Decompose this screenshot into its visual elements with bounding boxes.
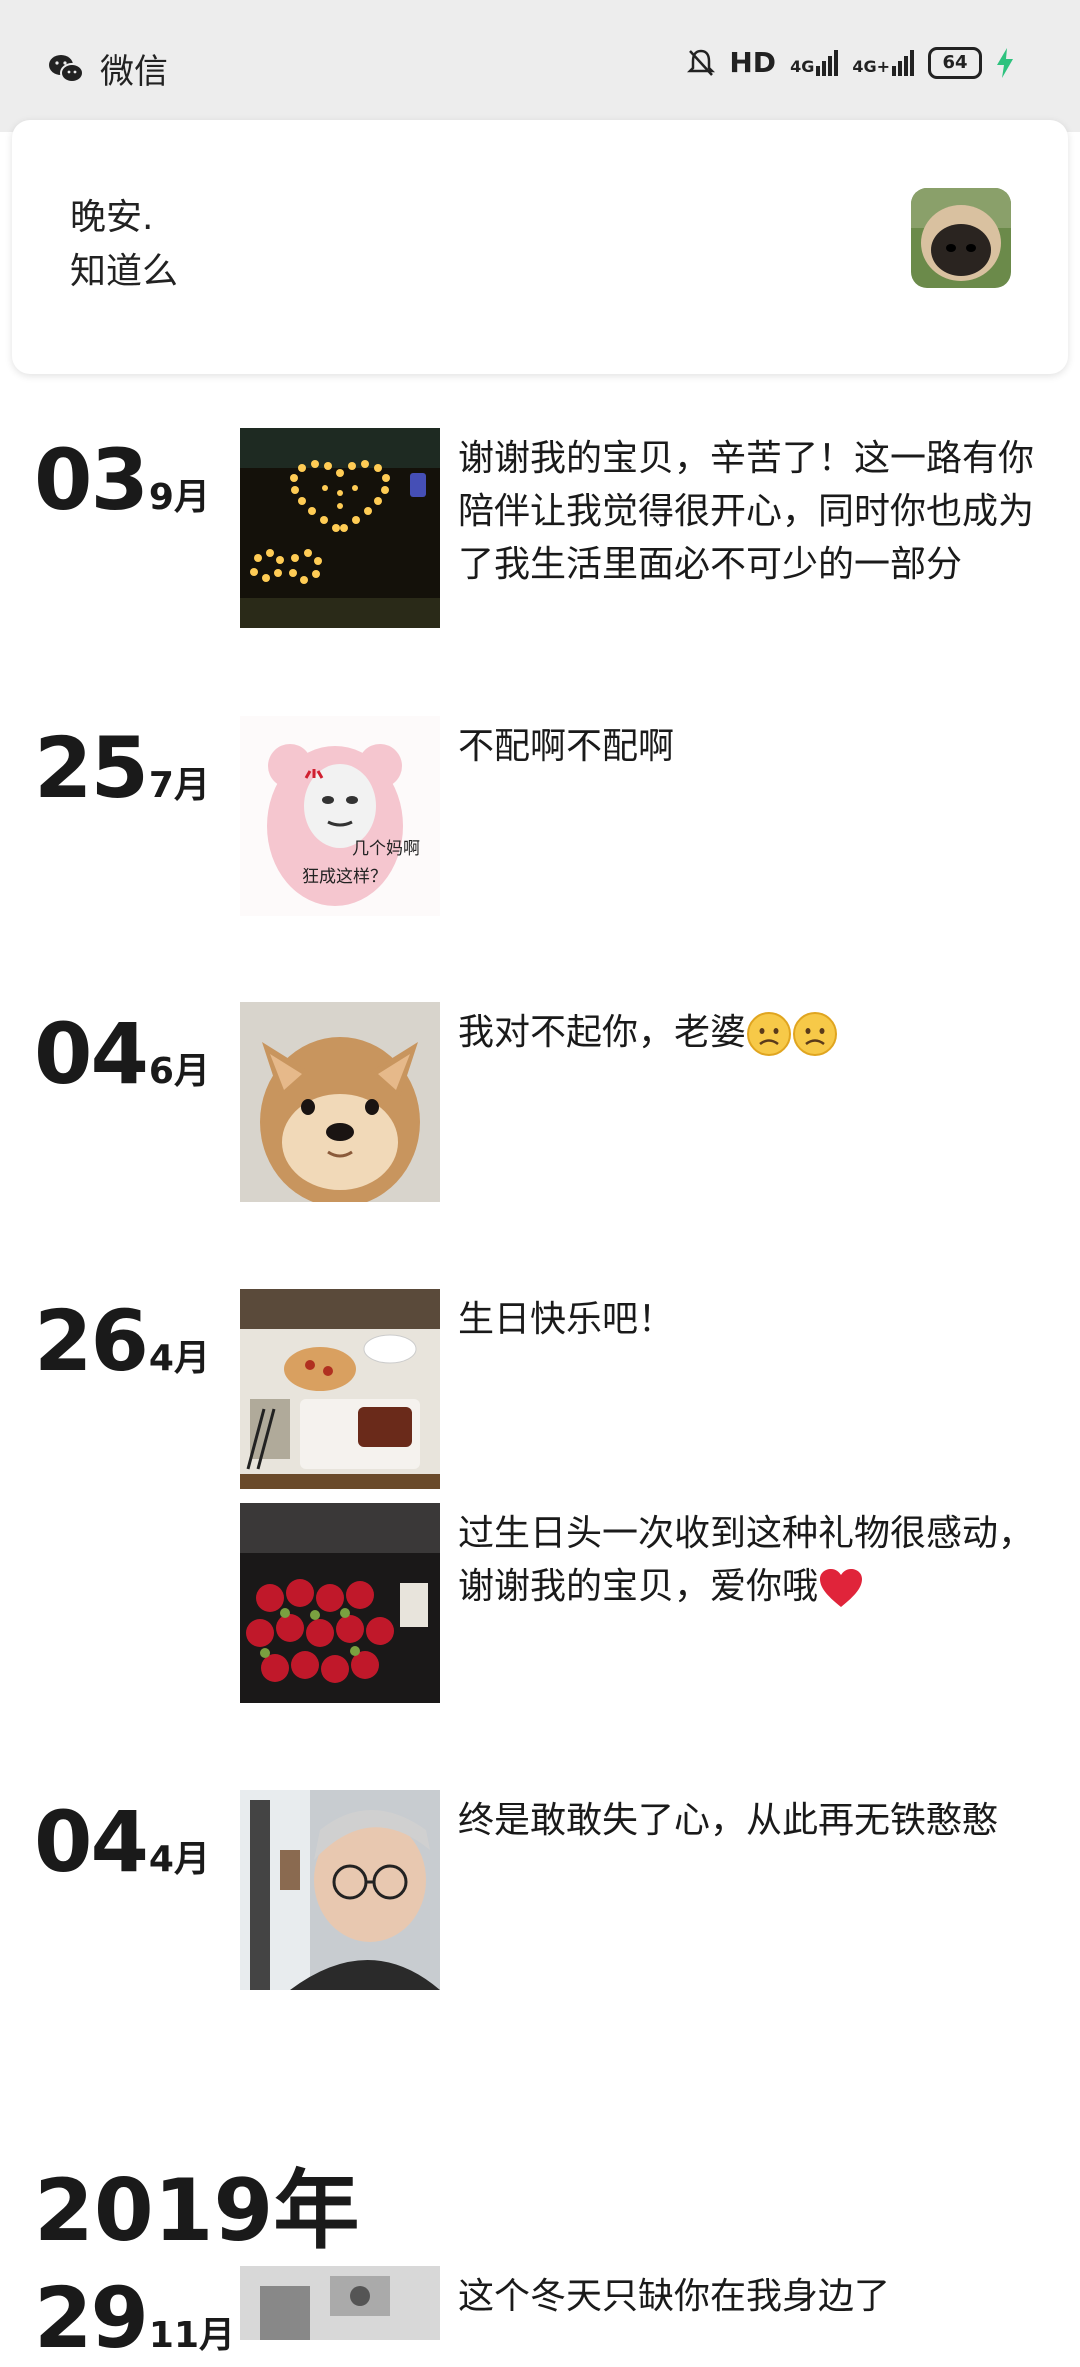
meme-caption-1: 几个妈啊 [352,839,420,859]
post-thumbnail[interactable] [240,2266,440,2340]
red-heart-icon [820,1569,863,1607]
entry-date: 04 6月 [34,1012,210,1096]
entry-day: 04 [34,1005,149,1103]
message-notification[interactable]: 晚安. 知道么 [12,120,1068,374]
entry-date: 04 4月 [34,1800,210,1884]
meme-caption-2: 狂成这样？ [302,867,387,887]
year-header: 2019年 [34,2161,360,2261]
entry-day: 25 [34,719,149,817]
entry-date: 26 4月 [34,1299,210,1383]
entry-date: 25 7月 [34,726,210,810]
post-thumbnail[interactable] [240,1289,440,1489]
hd-indicator: HD [729,46,777,79]
sender-avatar [911,188,1011,288]
entry-date: 29 11月 [34,2276,235,2360]
bell-muted-icon [687,49,716,76]
entry-day: 29 [34,2269,149,2367]
entry-month: 6月 [148,1051,210,1092]
entry-day: 03 [34,431,149,529]
notification-line-1: 晚安. [70,197,154,238]
post-text-content: 我对不起你，老婆 [458,1012,747,1053]
post-thumbnail[interactable] [240,1503,440,1703]
post-text: 过生日头一次收到这种礼物很感动，谢谢我的宝贝，爱你哦 [458,1507,1038,1613]
status-app-name: 微信 [100,52,168,92]
notification-line-2: 知道么 [70,251,179,292]
entry-month: 4月 [148,1338,210,1379]
entry-day: 26 [34,1292,149,1390]
charging-icon [997,47,1013,78]
post-text: 这个冬天只缺你在我身边了 [458,2276,891,2317]
entry-month: 7月 [148,765,210,806]
wechat-icon [49,54,84,83]
post-text: 终是敢敢失了心，从此再无铁憨憨 [458,1800,999,1841]
post-text-content: 过生日头一次收到这种礼物很感动，谢谢我的宝贝，爱你哦 [458,1513,1035,1607]
sad-face-icon [793,1012,838,1056]
post-text: 不配啊不配啊 [458,726,675,767]
entry-month: 11月 [148,2315,236,2356]
post-text: 生日快乐吧！ [458,1299,675,1340]
signal-bars-icon [816,49,839,76]
post-thumbnail[interactable] [240,1790,440,1990]
post-text: 谢谢我的宝贝，辛苦了！这一路有你陪伴让我觉得很开心，同时你也成为了我生活里面必不… [458,438,1035,585]
signal-4g-plus: 4G+ [852,49,914,76]
post-thumbnail[interactable] [240,1002,440,1202]
status-bar: 微信 HD 4G 4G+ 64 [0,0,1080,132]
entry-date: 03 9月 [34,438,210,522]
post-thumbnail[interactable]: 几个妈啊 狂成这样？ [240,716,440,916]
entry-month: 9月 [148,477,210,518]
entry-month: 4月 [148,1839,210,1880]
post-thumbnail[interactable] [240,428,440,628]
entry-day: 04 [34,1793,149,1891]
signal-4g: 4G [790,49,839,76]
sad-face-icon [747,1012,792,1056]
signal-bars-icon [892,49,914,76]
status-app-indicator: 微信 [48,44,168,93]
battery-indicator: 64 [928,46,982,79]
post-text: 我对不起你，老婆 [458,1006,1038,1059]
status-icons: HD 4G 4G+ 64 [687,46,1014,79]
